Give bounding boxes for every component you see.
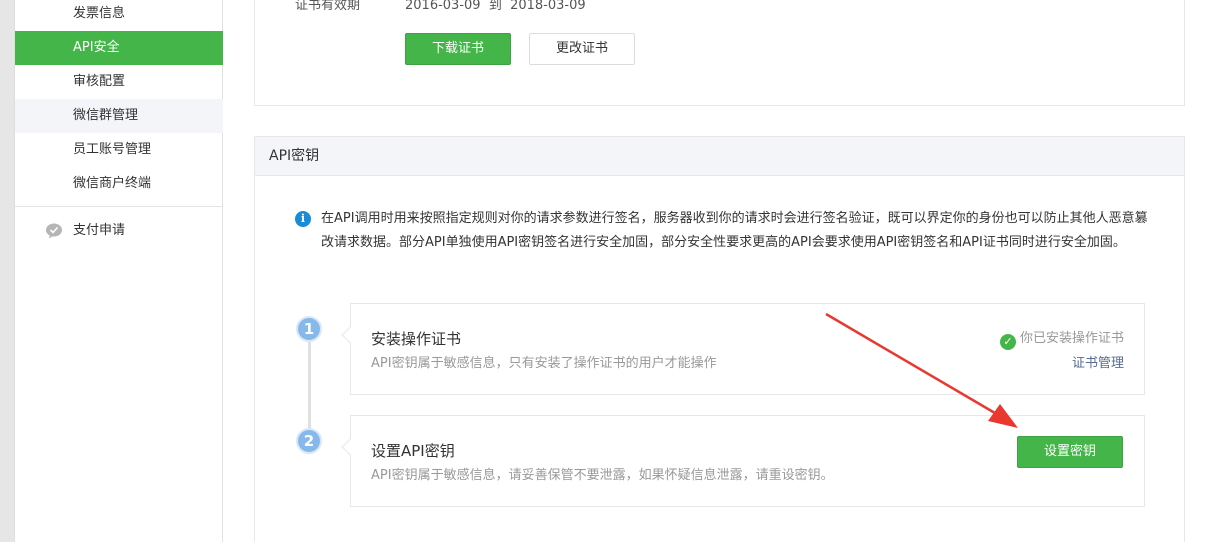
step-1-title: 安装操作证书 [371,330,462,348]
cert-manage-link[interactable]: 证书管理 [1072,352,1124,371]
sidebar-item-label: 员工账号管理 [73,142,152,157]
cert-installed-text: 你已安装操作证书 [1019,331,1124,346]
info-icon: i [295,211,311,227]
set-api-key-button[interactable]: 设置密钥 [1017,436,1123,468]
step-2-title: 设置API密钥 [371,442,455,460]
sidebar-item-wechat-group[interactable]: 微信群管理 [15,99,223,133]
sidebar-section-label: 支付申请 [73,223,126,238]
wechat-pay-icon [46,223,62,239]
step-1-card-pointer [341,326,359,344]
sidebar-divider [15,206,223,207]
step-2-badge: 2 [296,428,322,454]
cert-installed-status: ✓ 你已安装操作证书 [999,327,1124,350]
step-2-desc: API密钥属于敏感信息，请妥善保管不要泄露，如果怀疑信息泄露，请重设密钥。 [371,468,834,483]
sidebar-section-payment-apply[interactable]: 支付申请 [15,214,223,248]
step-2-card: 设置API密钥 API密钥属于敏感信息，请妥善保管不要泄露，如果怀疑信息泄露，请… [341,415,1145,507]
change-cert-button[interactable]: 更改证书 [529,33,635,65]
sidebar-item-invoice-info[interactable]: 发票信息 [15,0,223,31]
sidebar-item-label: 发票信息 [73,6,126,21]
api-key-tip: 在API调用时用来按照指定规则对你的请求参数进行签名，服务器收到你的请求时会进行… [321,211,1148,250]
sidebar-item-label: 微信群管理 [73,108,139,123]
main-content: 证书有效期 2016-03-09 到 2018-03-09 下载证书 更改证书 A… [223,0,1210,542]
sidebar: 发票信息 API安全 审核配置 微信群管理 员工账号管理 微信商户终端 支付申请 [15,0,223,542]
step-2-card-pointer [341,438,359,456]
sidebar-item-label: 审核配置 [73,74,126,89]
certificate-panel: 证书有效期 2016-03-09 到 2018-03-09 下载证书 更改证书 [254,0,1185,106]
step-1-badge: 1 [296,316,322,342]
download-cert-button[interactable]: 下载证书 [405,33,511,65]
sidebar-item-label: 微信商户终端 [73,176,152,191]
step-connector [308,342,311,442]
sidebar-item-merchant-terminal[interactable]: 微信商户终端 [15,167,223,201]
left-scroll-strip [0,0,15,542]
cert-validity-row: 证书有效期 2016-03-09 到 2018-03-09 [295,0,586,13]
sidebar-item-review-config[interactable]: 审核配置 [15,65,223,99]
cert-validity-value: 2016-03-09 到 2018-03-09 [405,0,586,13]
sidebar-item-staff-accounts[interactable]: 员工账号管理 [15,133,223,167]
check-circle-icon: ✓ [999,334,1016,350]
api-key-panel: API密钥 i 在API调用时用来按照指定规则对你的请求参数进行签名，服务器收到… [254,136,1185,542]
api-key-header: API密钥 [255,137,1184,176]
sidebar-item-label: API安全 [73,40,120,55]
cert-validity-label: 证书有效期 [295,0,361,13]
step-1-desc: API密钥属于敏感信息，只有安装了操作证书的用户才能操作 [371,356,717,371]
sidebar-item-api-security[interactable]: API安全 [15,31,223,65]
step-1-card: 安装操作证书 API密钥属于敏感信息，只有安装了操作证书的用户才能操作 ✓ 你已安… [341,303,1145,395]
